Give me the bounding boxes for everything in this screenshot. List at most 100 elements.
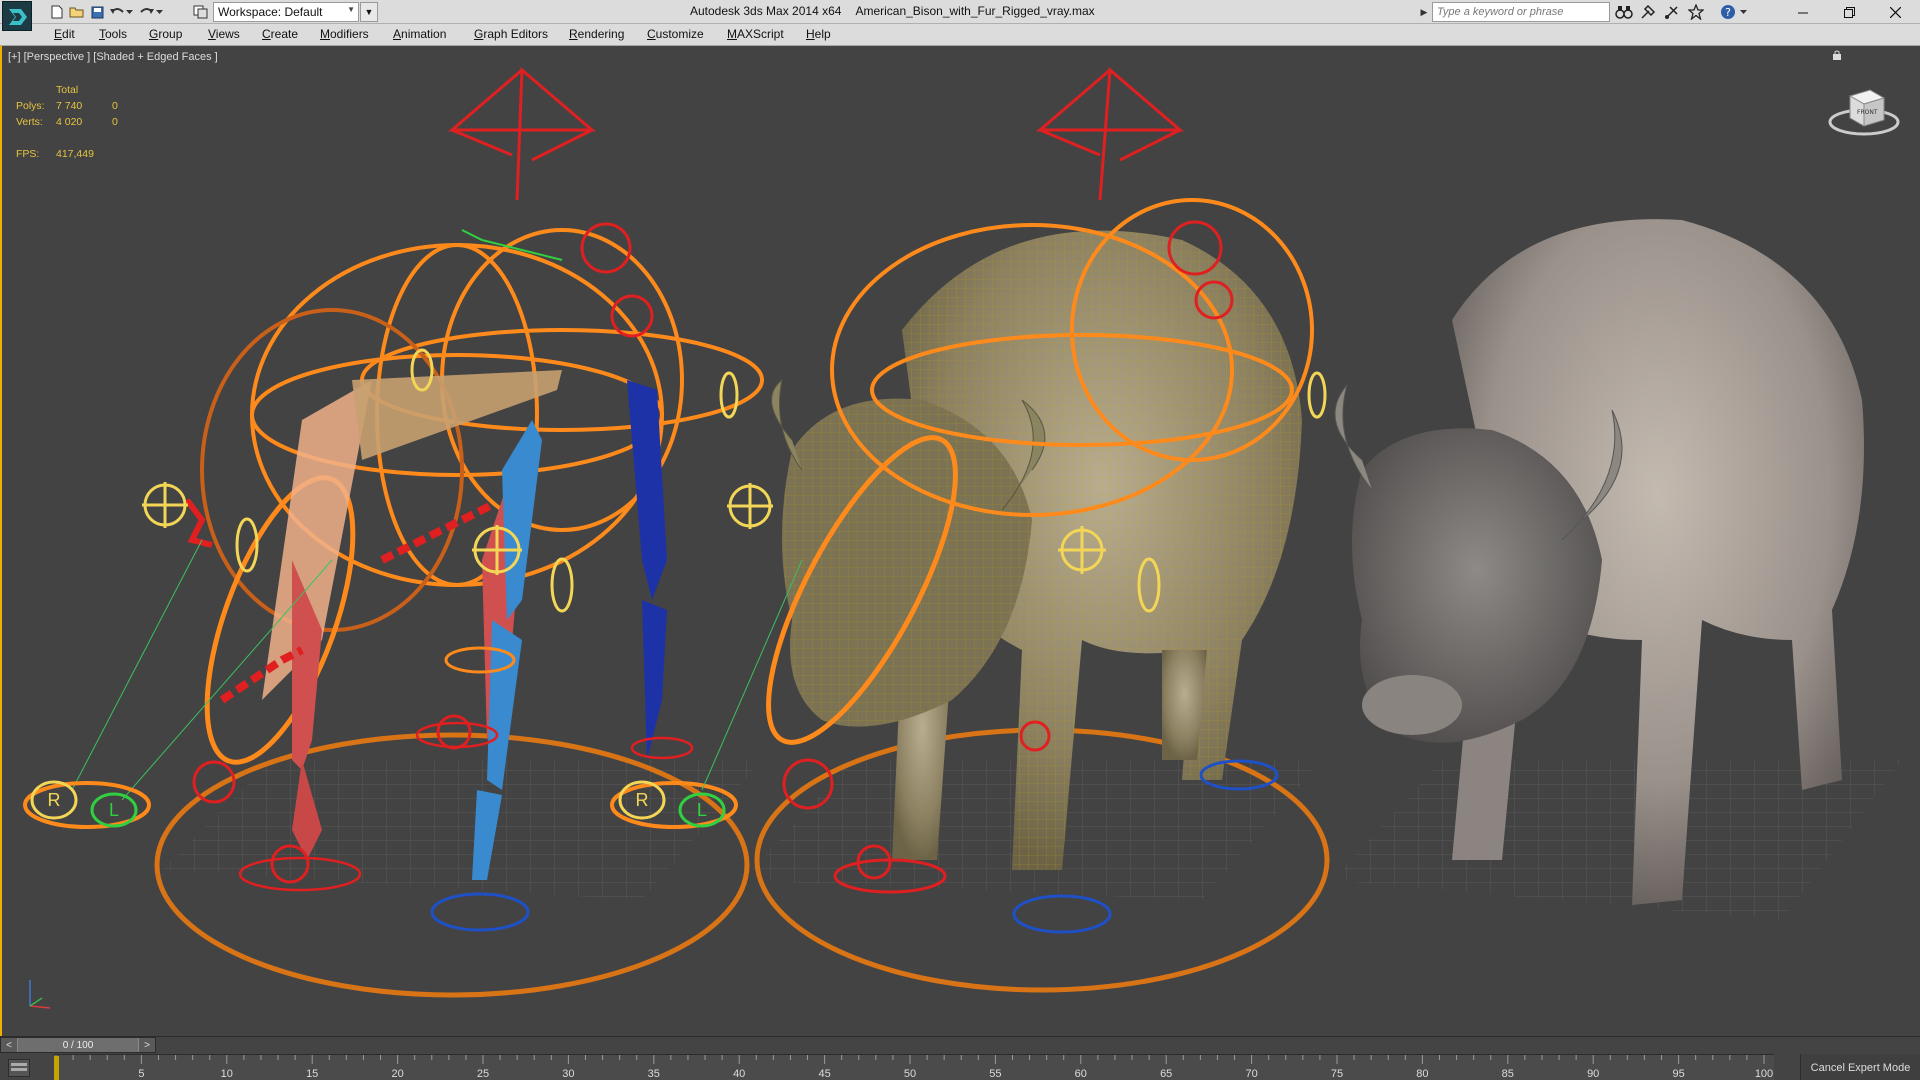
search-input[interactable]	[1432, 2, 1610, 22]
stats-polys-selected: 0	[112, 100, 118, 112]
menu-bar: Edit Tools Group Views Create Modifiers …	[0, 24, 1920, 46]
perspective-viewport[interactable]: R L R L [+] [Perspective] [Shaded + Edg…	[0, 46, 1920, 1036]
rig-back-left-upper[interactable]	[502, 420, 542, 620]
menu-modifiers[interactable]: Modifiers	[320, 27, 369, 41]
time-next-icon[interactable]: >	[139, 1038, 155, 1052]
trackbar-tick-label: 90	[1587, 1068, 1599, 1080]
menu-animation[interactable]: Animation	[393, 27, 446, 41]
rig-knee-gizmo[interactable]	[436, 714, 472, 750]
time-slider[interactable]: < 0 / 100 >	[0, 1037, 156, 1053]
rig-direction-arrow[interactable]	[447, 66, 597, 201]
subscription-center-icon[interactable]	[1638, 3, 1658, 21]
search-expand-icon[interactable]: ▶	[1418, 3, 1430, 21]
open-file-icon[interactable]	[68, 3, 86, 21]
trackbar-tick-label: 100	[1755, 1068, 1773, 1080]
mini-curve-editor-icon[interactable]	[8, 1059, 30, 1077]
menu-customize[interactable]: Customize	[647, 27, 704, 41]
timeline: < 0 / 100 > 0510152025303540455055606570…	[0, 1036, 1920, 1080]
trackbar-tick-label: 95	[1672, 1068, 1684, 1080]
rig-foot-ring-br[interactable]	[630, 736, 694, 760]
viewport-label[interactable]: [+] [Perspective ] [Shaded + Edged Faces…	[8, 51, 218, 63]
trackbar-tick-label: 35	[648, 1068, 660, 1080]
render-muzzle[interactable]	[1362, 675, 1462, 735]
app-logo-icon[interactable]	[2, 1, 32, 31]
mesh-back-gizmo[interactable]	[1307, 371, 1327, 419]
trackbar-tick-label: 10	[221, 1068, 233, 1080]
favorites-star-icon[interactable]	[1686, 3, 1706, 21]
stats-fps-label: FPS:	[16, 148, 40, 160]
trackbar-tick-label: 15	[306, 1068, 318, 1080]
menu-rendering[interactable]: Rendering	[569, 27, 624, 41]
viewcube-icon[interactable]: FRONT	[1826, 80, 1902, 140]
close-button[interactable]	[1872, 0, 1918, 24]
mesh-guide-line	[701, 559, 803, 791]
menu-create[interactable]: Create	[262, 27, 298, 41]
viewcube-face-label: FRONT	[1857, 109, 1878, 116]
restore-button[interactable]	[1826, 0, 1872, 24]
stats-polys-value: 7 740	[56, 100, 83, 112]
customize-quick-access-icon[interactable]: ▼	[360, 2, 378, 22]
rig-jaw-chain[interactable]	[219, 646, 304, 704]
redo-dropdown-icon[interactable]	[154, 3, 164, 21]
stats-polys-label: Polys:	[16, 100, 45, 112]
render-horn-left[interactable]	[1334, 384, 1373, 491]
rig-foot-ring-bl[interactable]	[430, 892, 530, 932]
app-name: Autodesk 3ds Max 2014 x64	[690, 4, 842, 18]
rig-back-right-leg[interactable]	[642, 600, 667, 760]
menu-help[interactable]: Help	[806, 27, 831, 41]
undo-dropdown-icon[interactable]	[124, 3, 134, 21]
rig-rl-control-left[interactable]: R L	[23, 780, 151, 829]
trackbar-tick-label: 85	[1502, 1068, 1514, 1080]
svg-text:L: L	[109, 800, 119, 820]
window-title: Autodesk 3ds Max 2014 x64 American_Bison_…	[690, 4, 1109, 18]
time-slider-thumb[interactable]: 0 / 100	[17, 1038, 139, 1052]
trackbar-tick-label: 60	[1075, 1068, 1087, 1080]
rig-back-gizmo[interactable]	[719, 371, 739, 419]
stats-header: Total	[56, 84, 79, 96]
mesh-direction-arrow[interactable]	[1035, 66, 1185, 201]
rig-shoulder-gizmo[interactable]	[580, 222, 632, 274]
trackbar-tick-label: 55	[989, 1068, 1001, 1080]
trackbar-tick-label: 25	[477, 1068, 489, 1080]
trackbar-tick-label: 50	[904, 1068, 916, 1080]
trackbar-tick-label: 65	[1160, 1068, 1172, 1080]
communication-center-icon[interactable]	[1662, 3, 1682, 21]
binoculars-icon[interactable]	[1614, 3, 1634, 21]
lock-icon[interactable]	[1832, 50, 1842, 60]
trackbar-tick-label: 30	[562, 1068, 574, 1080]
workspace-selector[interactable]: Workspace: Default ▼ ▼	[213, 2, 378, 22]
trackbar-tick-label: 70	[1245, 1068, 1257, 1080]
svg-text:?: ?	[1725, 6, 1731, 19]
axis-tripod-icon	[29, 980, 51, 1009]
stats-fps-value: 417,449	[56, 148, 94, 160]
menu-maxscript[interactable]: MAXScript	[727, 27, 784, 41]
chevron-down-icon: ▼	[347, 5, 355, 14]
scene-canvas[interactable]: R L R L	[2, 46, 1920, 1036]
menu-group[interactable]: Group	[149, 27, 182, 41]
project-folder-icon[interactable]	[191, 3, 209, 21]
trackbar[interactable]: 0510152025303540455055606570758085909510…	[54, 1054, 1774, 1080]
svg-text:L: L	[697, 800, 707, 820]
file-name: American_Bison_with_Fur_Rigged_vray.max	[855, 4, 1095, 18]
minimize-button[interactable]	[1780, 0, 1826, 24]
save-icon[interactable]	[88, 3, 106, 21]
rig-shoulder-gizmo-2[interactable]	[610, 294, 654, 338]
mesh-foot-ring-bl[interactable]	[1012, 894, 1112, 934]
menu-tools[interactable]: Tools	[99, 27, 127, 41]
new-file-icon[interactable]	[48, 3, 66, 21]
current-frame-marker[interactable]	[54, 1056, 59, 1080]
svg-text:R: R	[636, 790, 649, 810]
rig-tail-gizmo[interactable]	[550, 557, 574, 613]
trackbar-tick-label: 80	[1416, 1068, 1428, 1080]
menu-edit[interactable]: Edit	[54, 27, 75, 41]
mesh-horn-left[interactable]	[771, 378, 803, 471]
menu-views[interactable]: Views	[208, 27, 240, 41]
help-dropdown-icon[interactable]	[1737, 3, 1749, 21]
time-prev-icon[interactable]: <	[1, 1038, 17, 1052]
help-icon[interactable]: ?	[1718, 3, 1738, 21]
trackbar-ticks: 0510152025303540455055606570758085909510…	[54, 1055, 1773, 1080]
menu-graph-editors[interactable]: Graph Editors	[474, 27, 548, 41]
stats-verts-selected: 0	[112, 116, 118, 128]
cancel-expert-mode-button[interactable]: Cancel Expert Mode	[1800, 1054, 1920, 1080]
stats-verts-label: Verts:	[16, 116, 43, 128]
